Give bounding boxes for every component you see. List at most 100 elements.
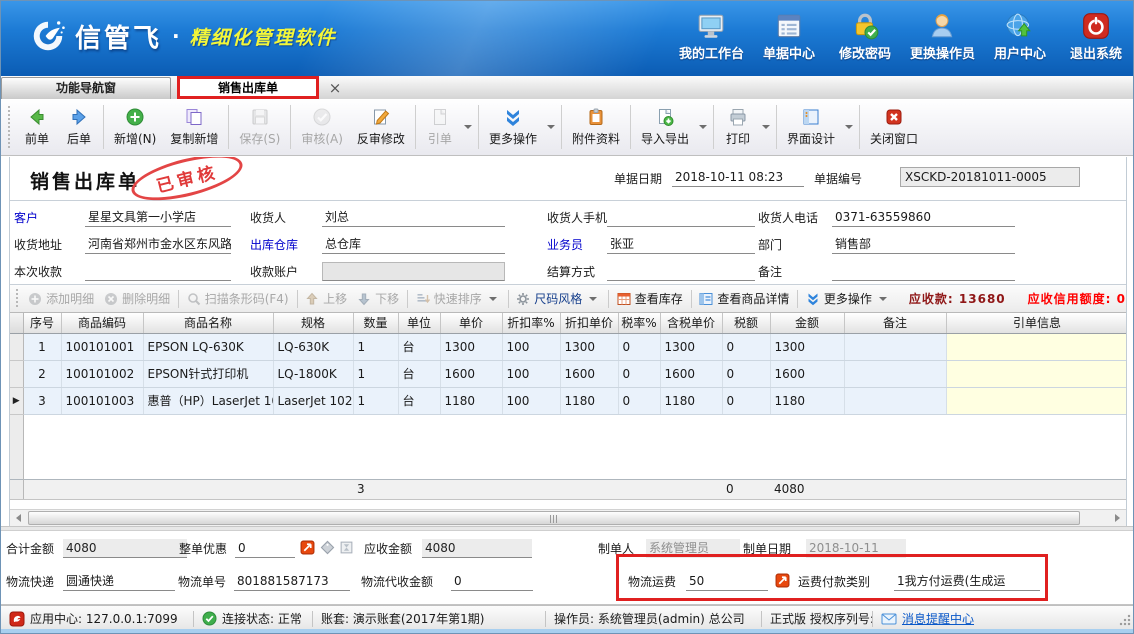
grid-cell[interactable]: 100 (502, 360, 560, 387)
grid-col-header[interactable]: 商品编码 (61, 313, 143, 333)
grid-cell[interactable]: 台 (398, 387, 440, 414)
grid-cell[interactable] (946, 360, 1127, 387)
move-up-button[interactable]: 上移 (300, 290, 352, 307)
move-down-button[interactable]: 下移 (352, 290, 404, 307)
grid-col-header[interactable]: 单位 (398, 313, 440, 333)
prev-doc-button[interactable]: 前单 (16, 104, 58, 150)
tracking-no-field[interactable]: 801881587173 (234, 572, 350, 591)
horizontal-scrollbar[interactable] (10, 509, 1126, 526)
grid-cell[interactable]: 1600 (440, 360, 502, 387)
grid-cell[interactable]: 1 (353, 387, 398, 414)
grid-cell[interactable]: 1180 (660, 387, 722, 414)
apply-freight-icon[interactable] (775, 573, 790, 588)
grid-cell[interactable]: 1 (23, 333, 61, 360)
quick-sort-button[interactable]: 快速排序 (411, 290, 505, 307)
close-window-button[interactable]: 关闭窗口 (863, 104, 925, 150)
copy-new-button[interactable]: 复制新增 (163, 104, 225, 150)
top-action-switch-operator[interactable]: 更换操作员 (910, 11, 975, 62)
grid-col-header[interactable]: 含税单价 (660, 313, 722, 333)
delete-detail-button[interactable]: 删除明细 (99, 290, 175, 307)
ref-doc-button[interactable]: 引单 (419, 104, 461, 150)
department-field[interactable]: 销售部 (832, 235, 1015, 254)
grid-cell[interactable]: 1300 (660, 333, 722, 360)
grid-cell[interactable]: 0 (618, 333, 660, 360)
chevron-down-icon[interactable] (489, 297, 497, 301)
chevron-down-icon[interactable] (464, 125, 472, 129)
tab-close-icon[interactable]: × (323, 79, 347, 99)
grid-cell[interactable] (844, 360, 946, 387)
grid-col-header[interactable]: 引单信息 (946, 313, 1127, 333)
grid-cell[interactable]: 惠普（HP）LaserJet 1020 (143, 387, 273, 414)
scroll-left-icon[interactable] (10, 510, 27, 526)
discount-field[interactable]: 0 (235, 539, 295, 558)
grid-cell[interactable]: 1600 (770, 360, 844, 387)
audit-button[interactable]: 审核(A) (294, 104, 350, 150)
scrollbar-thumb[interactable] (28, 511, 1080, 525)
grid-cell[interactable]: 1 (353, 333, 398, 360)
grid-cell[interactable]: 100101002 (61, 360, 143, 387)
scan-barcode-button[interactable]: 扫描条形码(F4) (182, 290, 294, 307)
grid-col-header[interactable]: 税率% (618, 313, 660, 333)
grid-row[interactable]: 1100101001EPSON LQ-630KLQ-630K1台13001001… (10, 333, 1127, 360)
grid-cell[interactable] (844, 387, 946, 414)
grid-cell[interactable]: EPSON LQ-630K (143, 333, 273, 360)
grid-cell[interactable]: EPSON针式打印机 (143, 360, 273, 387)
top-action-workbench[interactable]: 我的工作台 (679, 11, 744, 62)
grid-cell[interactable]: 0 (618, 360, 660, 387)
remark-field[interactable] (832, 262, 1015, 281)
address-field[interactable]: 河南省郑州市金水区东风路 (85, 235, 231, 254)
resize-grip[interactable] (1119, 614, 1131, 626)
tab-sales-outbound[interactable]: 销售出库单 (177, 76, 319, 99)
top-action-document-center[interactable]: 单据中心 (758, 11, 820, 62)
view-stock-button[interactable]: 查看库存 (612, 290, 688, 307)
ui-design-button[interactable]: 界面设计 (780, 104, 842, 150)
add-detail-button[interactable]: 添加明细 (23, 290, 99, 307)
hourglass-icon[interactable] (339, 540, 354, 555)
grid-cell[interactable]: 1180 (560, 387, 618, 414)
receiver-mobile-field[interactable] (607, 208, 755, 227)
row-selector[interactable] (10, 360, 23, 387)
receiver-field[interactable]: 刘总 (322, 208, 505, 227)
grid-cell[interactable]: 0 (722, 387, 770, 414)
chevron-down-icon[interactable] (589, 297, 597, 301)
save-button[interactable]: 保存(S) (232, 104, 287, 150)
salesman-field[interactable]: 张亚 (607, 235, 755, 254)
grid-row[interactable]: 2100101002EPSON针式打印机LQ-1800K1台1600100160… (10, 360, 1127, 387)
grid-cell[interactable]: 1300 (440, 333, 502, 360)
cod-amount-field[interactable]: 0 (451, 572, 533, 591)
toolbar-grip[interactable] (16, 289, 18, 309)
new-doc-button[interactable]: 新增(N) (107, 104, 163, 150)
grid-cell[interactable]: 1600 (660, 360, 722, 387)
grid-cell[interactable]: 1180 (770, 387, 844, 414)
grid-col-header[interactable]: 折扣率% (502, 313, 560, 333)
tag-icon[interactable] (320, 540, 335, 555)
grid-col-header[interactable]: 商品名称 (143, 313, 273, 333)
grid-cell[interactable]: 1 (353, 360, 398, 387)
apply-discount-icon[interactable] (300, 540, 315, 555)
grid-col-header[interactable]: 金额 (770, 313, 844, 333)
grid-cell[interactable]: LQ-630K (273, 333, 353, 360)
size-style-button[interactable]: 尺码风格 (511, 290, 605, 307)
grid-cell[interactable]: 100101003 (61, 387, 143, 414)
chevron-down-icon[interactable] (699, 125, 707, 129)
grid-cell[interactable]: 1300 (770, 333, 844, 360)
more-actions-button[interactable]: 更多操作 (482, 104, 544, 150)
grid-cell[interactable]: 3 (23, 387, 61, 414)
grid-cell[interactable]: 0 (722, 333, 770, 360)
grid-cell[interactable]: 台 (398, 360, 440, 387)
payment-now-field[interactable] (85, 262, 231, 281)
grid-cell[interactable]: LQ-1800K (273, 360, 353, 387)
top-action-user-center[interactable]: 用户中心 (989, 11, 1051, 62)
grid-col-header[interactable]: 数量 (353, 313, 398, 333)
grid-cell[interactable]: 台 (398, 333, 440, 360)
chevron-down-icon[interactable] (845, 125, 853, 129)
grid-cell[interactable]: 100101001 (61, 333, 143, 360)
tab-nav-panel[interactable]: 功能导航窗 (1, 77, 171, 99)
warehouse-field[interactable]: 总仓库 (322, 235, 505, 254)
grid-cell[interactable]: 0 (722, 360, 770, 387)
toolbar-grip[interactable] (7, 106, 11, 148)
freight-field[interactable]: 50 (686, 572, 768, 591)
chevron-down-icon[interactable] (879, 297, 887, 301)
grid-cell[interactable]: 2 (23, 360, 61, 387)
unaudit-button[interactable]: 反审修改 (350, 104, 412, 150)
